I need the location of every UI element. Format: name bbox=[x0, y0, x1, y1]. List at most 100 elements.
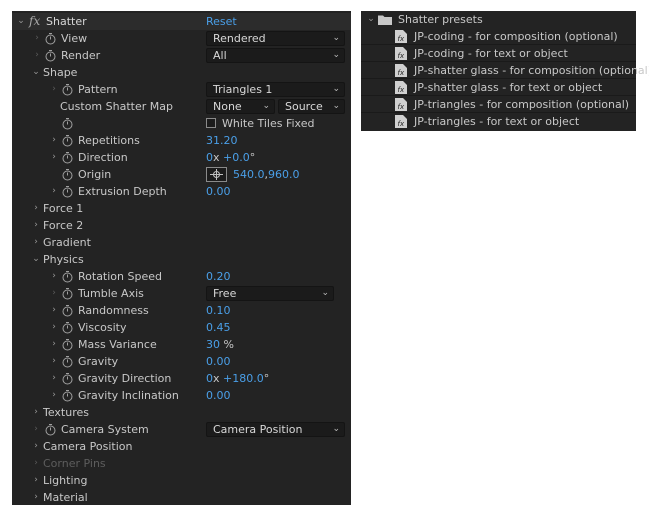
chevron-down-icon: ⌄ bbox=[332, 50, 340, 60]
render-label: Render bbox=[61, 49, 101, 62]
chevron-right-icon[interactable]: › bbox=[49, 132, 59, 149]
chevron-right-icon[interactable]: › bbox=[49, 353, 59, 370]
stopwatch-icon[interactable] bbox=[61, 304, 74, 317]
repetitions-value[interactable]: 31.20 bbox=[206, 132, 238, 149]
stopwatch-icon[interactable] bbox=[44, 32, 57, 45]
preset-item[interactable]: fx JP-shatter glass - for composition (o… bbox=[361, 62, 649, 79]
stopwatch-icon[interactable] bbox=[61, 321, 74, 334]
chevron-down-icon[interactable]: ⌄ bbox=[16, 13, 26, 30]
chevron-right-icon: › bbox=[34, 458, 38, 468]
chevron-down-icon[interactable]: ⌄ bbox=[366, 11, 376, 28]
property-mass-variance: › Mass Variance 30 % bbox=[12, 336, 351, 353]
chevron-down-icon: ⌄ bbox=[262, 101, 270, 111]
property-repetitions: › Repetitions 31.20 bbox=[12, 132, 351, 149]
group-physics[interactable]: ⌄ Physics bbox=[12, 251, 351, 268]
preset-item[interactable]: fx JP-triangles - for text or object bbox=[361, 113, 636, 130]
chevron-right-icon[interactable]: › bbox=[31, 489, 41, 505]
preset-item[interactable]: fx JP-coding - for composition (optional… bbox=[361, 28, 636, 45]
custom-map-source-dropdown[interactable]: Source ⌄ bbox=[278, 99, 345, 114]
chevron-right-icon[interactable]: › bbox=[49, 302, 59, 319]
gravity-value[interactable]: 0.00 bbox=[206, 353, 231, 370]
chevron-right-icon[interactable]: › bbox=[49, 268, 59, 285]
stopwatch-icon[interactable] bbox=[61, 168, 74, 181]
view-dropdown[interactable]: Rendered ⌄ bbox=[206, 31, 345, 46]
gravity-inclination-value[interactable]: 0.00 bbox=[206, 387, 231, 404]
group-force-1[interactable]: › Force 1 bbox=[12, 200, 351, 217]
stopwatch-icon[interactable] bbox=[61, 372, 74, 385]
chevron-right-icon[interactable]: › bbox=[31, 472, 41, 489]
property-origin: Origin 540.0,960.0 bbox=[12, 166, 351, 183]
tumble-axis-dropdown[interactable]: Free ⌄ bbox=[206, 286, 334, 301]
chevron-right-icon[interactable]: › bbox=[49, 183, 59, 200]
chevron-right-icon[interactable]: › bbox=[31, 234, 41, 251]
group-material[interactable]: › Material bbox=[12, 489, 351, 505]
chevron-right-icon[interactable]: › bbox=[31, 200, 41, 217]
stopwatch-icon[interactable] bbox=[61, 389, 74, 402]
stopwatch-icon[interactable] bbox=[61, 185, 74, 198]
svg-text:fx: fx bbox=[398, 86, 405, 94]
stopwatch-icon[interactable] bbox=[61, 151, 74, 164]
chevron-right-icon[interactable]: › bbox=[31, 438, 41, 455]
stopwatch-icon[interactable] bbox=[61, 134, 74, 147]
white-tiles-checkbox[interactable] bbox=[206, 118, 216, 128]
group-force-2[interactable]: › Force 2 bbox=[12, 217, 351, 234]
chevron-down-icon[interactable]: ⌄ bbox=[31, 64, 41, 81]
viscosity-value[interactable]: 0.45 bbox=[206, 319, 231, 336]
stopwatch-icon[interactable] bbox=[61, 287, 74, 300]
stopwatch-icon[interactable] bbox=[44, 423, 57, 436]
group-gradient[interactable]: › Gradient bbox=[12, 234, 351, 251]
mass-variance-value[interactable]: 30 % bbox=[206, 336, 234, 353]
direction-value[interactable]: 0x +0.0° bbox=[206, 149, 255, 166]
camera-system-dropdown[interactable]: Camera Position ⌄ bbox=[206, 422, 345, 437]
rotation-speed-value[interactable]: 0.20 bbox=[206, 268, 231, 285]
chevron-down-icon: ⌄ bbox=[332, 101, 340, 111]
extrusion-depth-value[interactable]: 0.00 bbox=[206, 183, 231, 200]
stopwatch-icon[interactable] bbox=[61, 270, 74, 283]
property-pattern: › Pattern Triangles 1 ⌄ bbox=[12, 81, 351, 98]
preset-file-icon: fx bbox=[395, 47, 407, 60]
chevron-right-icon[interactable]: › bbox=[49, 370, 59, 387]
svg-text:fx: fx bbox=[398, 120, 405, 128]
preset-item[interactable]: fx JP-shatter glass - for text or object bbox=[361, 79, 636, 96]
preset-file-icon: fx bbox=[395, 115, 407, 128]
stopwatch-icon[interactable] bbox=[44, 49, 57, 62]
stopwatch-icon[interactable] bbox=[61, 355, 74, 368]
view-label: View bbox=[61, 32, 88, 45]
property-camera-system: › Camera System Camera Position ⌄ bbox=[12, 421, 351, 438]
gravity-direction-value[interactable]: 0x +180.0° bbox=[206, 370, 269, 387]
randomness-value[interactable]: 0.10 bbox=[206, 302, 231, 319]
group-shape[interactable]: ⌄ Shape bbox=[12, 64, 351, 81]
chevron-right-icon[interactable]: › bbox=[31, 404, 41, 421]
fx-icon[interactable]: fx bbox=[29, 13, 40, 30]
presets-folder[interactable]: ⌄ Shatter presets bbox=[361, 11, 636, 28]
chevron-down-icon[interactable]: ⌄ bbox=[31, 251, 41, 268]
chevron-down-icon: ⌄ bbox=[332, 424, 340, 434]
render-dropdown[interactable]: All ⌄ bbox=[206, 48, 345, 63]
preset-file-icon: fx bbox=[395, 81, 407, 94]
stopwatch-icon[interactable] bbox=[61, 83, 74, 96]
stopwatch-icon[interactable] bbox=[61, 117, 74, 130]
chevron-right-icon[interactable]: › bbox=[49, 319, 59, 336]
effect-header[interactable]: ⌄ fx Shatter Reset bbox=[12, 13, 351, 30]
effect-controls-panel: ⌄ fx Shatter Reset › View Rendered ⌄ › Re… bbox=[12, 11, 351, 505]
preset-item[interactable]: fx JP-triangles - for composition (optio… bbox=[361, 96, 636, 113]
group-textures[interactable]: › Textures bbox=[12, 404, 351, 421]
preset-file-icon: fx bbox=[395, 64, 407, 77]
property-rotation-speed: › Rotation Speed 0.20 bbox=[12, 268, 351, 285]
custom-map-layer-dropdown[interactable]: None ⌄ bbox=[206, 99, 275, 114]
chevron-right-icon[interactable]: › bbox=[49, 387, 59, 404]
reset-link[interactable]: Reset bbox=[206, 13, 237, 30]
crosshair-icon[interactable] bbox=[206, 167, 227, 182]
preset-file-icon: fx bbox=[395, 30, 407, 43]
stopwatch-icon[interactable] bbox=[61, 338, 74, 351]
preset-item[interactable]: fx JP-coding - for text or object bbox=[361, 45, 636, 62]
chevron-right-icon[interactable]: › bbox=[49, 336, 59, 353]
chevron-right-icon[interactable]: › bbox=[31, 217, 41, 234]
chevron-right-icon[interactable]: › bbox=[49, 149, 59, 166]
effect-name: Shatter bbox=[46, 15, 87, 28]
group-lighting[interactable]: › Lighting bbox=[12, 472, 351, 489]
group-camera-position[interactable]: › Camera Position bbox=[12, 438, 351, 455]
origin-value[interactable]: 540.0,960.0 bbox=[233, 166, 300, 183]
chevron-down-icon: ⌄ bbox=[332, 84, 340, 94]
pattern-dropdown[interactable]: Triangles 1 ⌄ bbox=[206, 82, 345, 97]
